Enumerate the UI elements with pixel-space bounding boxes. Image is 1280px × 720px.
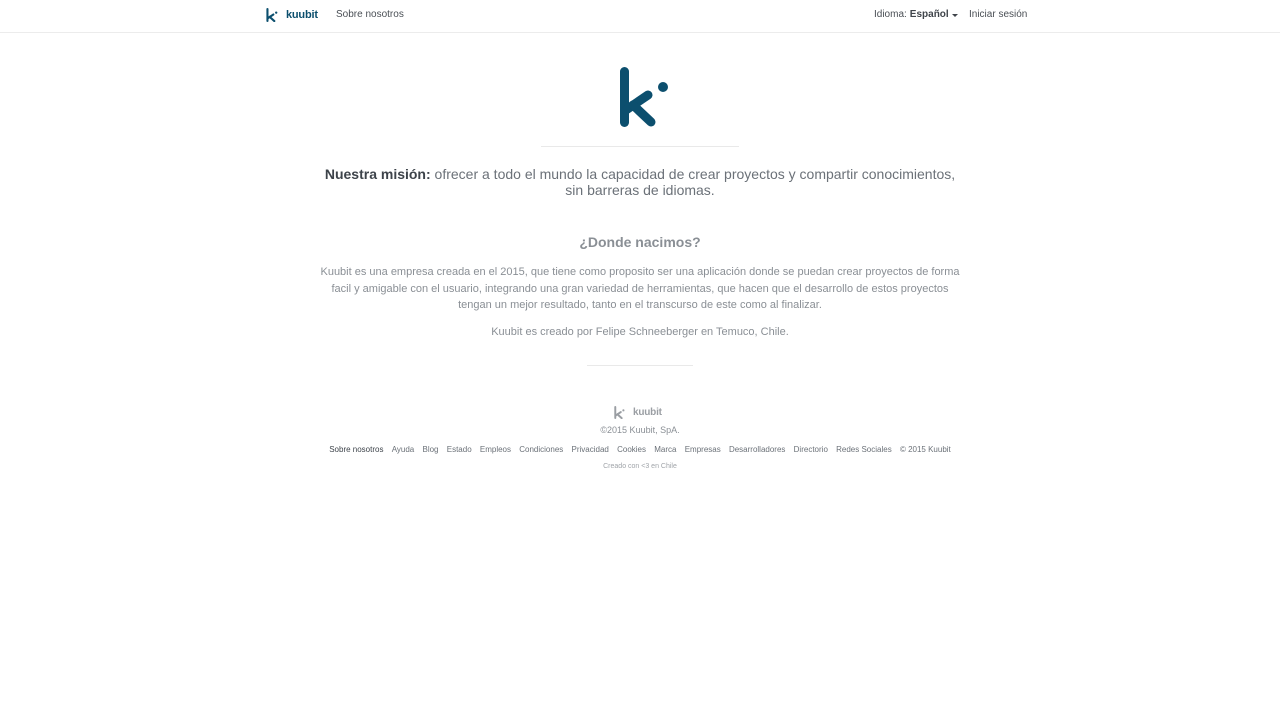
footer-copyright: ©2015 Kuubit, SpA. [600, 425, 680, 435]
mission-label: Nuestra misión: [324, 166, 431, 182]
footer-links: Sobre nosotros Ayuda Blog Estado Empleos… [240, 445, 1040, 454]
language-label: Idioma: [874, 9, 907, 20]
footer-link-about[interactable]: Sobre nosotros [329, 445, 383, 454]
footer-link-privacy[interactable]: Privacidad [572, 445, 609, 454]
footer-link-status[interactable]: Estado [447, 445, 472, 454]
origin-description: Kuubit es una empresa creada en el 2015,… [320, 266, 960, 311]
brand-home-link[interactable]: kuubit [266, 8, 318, 22]
kuubit-footer-logo-icon [614, 406, 625, 419]
kuubit-hero-logo-icon [620, 67, 668, 127]
origin-credit: Kuubit es creado por Felipe Schneeberger… [491, 326, 789, 338]
divider-top [541, 146, 739, 147]
divider-bottom [587, 365, 693, 366]
language-dropdown[interactable]: Idioma: Español [874, 9, 958, 20]
footer-link-terms[interactable]: Condiciones [519, 445, 563, 454]
footer-made-with: Creado con <3 en Chile [603, 463, 677, 470]
footer-link-social[interactable]: Redes Sociales [836, 445, 892, 454]
top-navbar: kuubit Sobre nosotros Idioma: Español In… [0, 0, 1280, 33]
kuubit-logo-icon [266, 8, 278, 22]
footer-brand: kuubit [614, 406, 662, 419]
mission-statement: Nuestra misión: ofrecer a todo el mundo … [320, 166, 960, 198]
footer-link-developers[interactable]: Desarrolladores [729, 445, 785, 454]
footer-link-directory[interactable]: Directorio [794, 445, 828, 454]
footer-brand-name: kuubit [633, 407, 662, 418]
footer-link-brand[interactable]: Marca [654, 445, 676, 454]
login-link[interactable]: Iniciar sesión [969, 9, 1027, 20]
footer-link-jobs[interactable]: Empleos [480, 445, 511, 454]
footer-link-cookies[interactable]: Cookies [617, 445, 646, 454]
footer-link-help[interactable]: Ayuda [392, 445, 415, 454]
nav-about-link[interactable]: Sobre nosotros [336, 9, 404, 20]
origin-title: ¿Donde nacimos? [579, 234, 701, 250]
footer-copyright-short: © 2015 Kuubit [899, 445, 951, 454]
caret-down-icon [951, 13, 958, 17]
footer-link-blog[interactable]: Blog [422, 445, 438, 454]
footer-link-business[interactable]: Empresas [685, 445, 721, 454]
language-value: Español [909, 9, 949, 20]
mission-text: ofrecer a todo el mundo la capacidad de … [430, 166, 956, 198]
brand-name: kuubit [286, 9, 318, 21]
